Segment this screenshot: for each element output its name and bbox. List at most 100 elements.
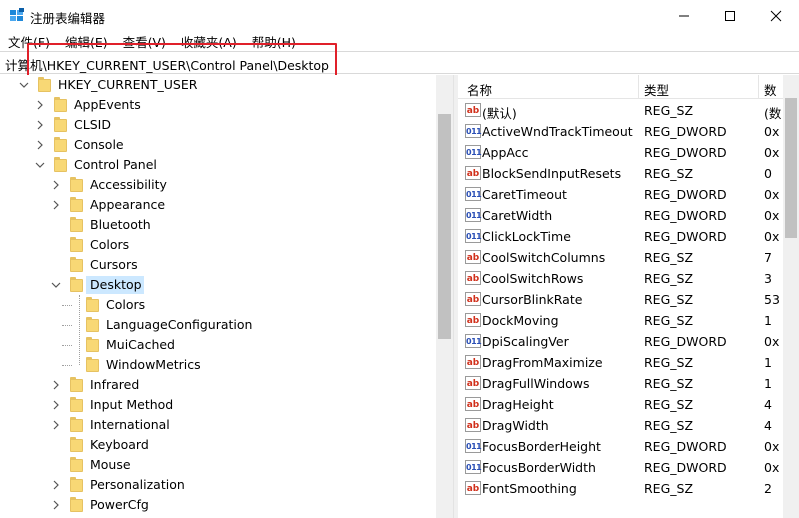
chevron-right-icon[interactable] (51, 180, 61, 190)
value-data: 0 (764, 166, 772, 181)
chevron-right-icon[interactable] (51, 200, 61, 210)
menu-edit[interactable]: 编辑(E) (57, 32, 115, 51)
chevron-right-icon[interactable] (35, 140, 45, 150)
value-data: 2 (764, 481, 772, 496)
close-button[interactable] (753, 0, 799, 31)
value-row[interactable]: 011 CaretWidth REG_DWORD 0x (458, 205, 799, 226)
value-row[interactable]: ab CursorBlinkRate REG_SZ 53 (458, 289, 799, 310)
value-row[interactable]: 011 ClickLockTime REG_DWORD 0x (458, 226, 799, 247)
tree-item[interactable]: AppEvents (0, 95, 436, 115)
chevron-down-icon[interactable] (51, 280, 61, 290)
tree-item[interactable]: Accessibility (0, 175, 436, 195)
value-row[interactable]: ab DragFullWindows REG_SZ 1 (458, 373, 799, 394)
value-name: DpiScalingVer (482, 334, 569, 349)
chevron-right-icon[interactable] (51, 400, 61, 410)
value-name: BlockSendInputResets (482, 166, 622, 181)
tree-item[interactable]: HKEY_CURRENT_USER (0, 75, 436, 95)
tree-item[interactable]: WindowMetrics (0, 355, 436, 375)
tree-item-label: CLSID (74, 117, 111, 132)
value-type: REG_SZ (644, 376, 694, 391)
maximize-button[interactable] (707, 0, 753, 31)
address-bar[interactable]: 计算机\HKEY_CURRENT_USER\Control Panel\Desk… (0, 51, 799, 74)
tree-item[interactable]: Colors (0, 235, 436, 255)
tree-item[interactable]: Appearance (0, 195, 436, 215)
chevron-right-icon[interactable] (51, 500, 61, 510)
folder-icon (38, 77, 51, 92)
tree-item-label: Mouse (90, 457, 131, 472)
minimize-button[interactable] (661, 0, 707, 31)
address-path[interactable]: 计算机\HKEY_CURRENT_USER\Control Panel\Desk… (5, 55, 329, 74)
value-row[interactable]: ab DragFromMaximize REG_SZ 1 (458, 352, 799, 373)
value-row[interactable]: ab CoolSwitchColumns REG_SZ 7 (458, 247, 799, 268)
chevron-right-icon[interactable] (51, 480, 61, 490)
tree-scrollbar-thumb[interactable] (438, 114, 451, 339)
folder-icon (86, 337, 99, 352)
chevron-down-icon[interactable] (35, 160, 45, 170)
value-row[interactable]: ab DragHeight REG_SZ 4 (458, 394, 799, 415)
value-name: CoolSwitchRows (482, 271, 584, 286)
value-row[interactable]: ab DockMoving REG_SZ 1 (458, 310, 799, 331)
tree-item[interactable]: Cursors (0, 255, 436, 275)
menu-favorites[interactable]: 收藏夹(A) (173, 32, 244, 51)
chevron-down-icon[interactable] (19, 80, 29, 90)
menu-bar: 文件(F) 编辑(E) 查看(V) 收藏夹(A) 帮助(H) (0, 31, 799, 51)
tree-item[interactable]: Control Panel (0, 155, 436, 175)
chevron-right-icon[interactable] (51, 420, 61, 430)
column-divider[interactable] (638, 75, 639, 99)
list-scrollbar-thumb[interactable] (785, 98, 797, 238)
chevron-right-icon[interactable] (35, 120, 45, 130)
tree-item[interactable]: Console (0, 135, 436, 155)
value-name: CaretWidth (482, 208, 553, 223)
value-type: REG_SZ (644, 250, 694, 265)
value-row[interactable]: 011 FocusBorderWidth REG_DWORD 0x (458, 457, 799, 478)
value-row[interactable]: 011 DpiScalingVer REG_DWORD 0x (458, 331, 799, 352)
tree-item[interactable]: Desktop (0, 275, 436, 295)
tree-item[interactable]: Infrared (0, 375, 436, 395)
value-row[interactable]: ab FontSmoothing REG_SZ 2 (458, 478, 799, 499)
tree-item[interactable]: International (0, 415, 436, 435)
tree-item[interactable]: Bluetooth (0, 215, 436, 235)
registry-value-list[interactable]: 名称 类型 数 ab (默认) REG_SZ (数 011 ActiveWndTrackT… (458, 75, 799, 518)
tree-item[interactable]: PowerCfg (0, 495, 436, 515)
title-bar[interactable]: 注册表编辑器 (0, 0, 799, 31)
menu-help[interactable]: 帮助(H) (244, 32, 303, 51)
column-header-name[interactable]: 名称 (467, 80, 492, 99)
tree-item[interactable]: CLSID (0, 115, 436, 135)
value-row[interactable]: ab (默认) REG_SZ (数 (458, 100, 799, 121)
tree-item[interactable]: Keyboard (0, 435, 436, 455)
folder-icon (70, 257, 83, 272)
tree-item[interactable]: MuiCached (0, 335, 436, 355)
folder-icon (86, 297, 99, 312)
chevron-right-icon[interactable] (35, 100, 45, 110)
folder-icon (70, 497, 83, 512)
menu-file[interactable]: 文件(F) (0, 32, 57, 51)
tree-item-label: Console (74, 137, 124, 152)
tree-item[interactable]: Input Method (0, 395, 436, 415)
chevron-right-icon[interactable] (51, 380, 61, 390)
menu-view[interactable]: 查看(V) (115, 32, 173, 51)
value-name: CursorBlinkRate (482, 292, 583, 307)
string-value-icon: ab (465, 250, 481, 264)
value-row[interactable]: 011 AppAcc REG_DWORD 0x (458, 142, 799, 163)
value-row[interactable]: ab BlockSendInputResets REG_SZ 0 (458, 163, 799, 184)
value-name: DragFullWindows (482, 376, 590, 391)
registry-key-tree[interactable]: HKEY_CURRENT_USER AppEvents CLSID Console Co… (0, 75, 453, 518)
tree-item[interactable]: Mouse (0, 455, 436, 475)
value-row[interactable]: ab CoolSwitchRows REG_SZ 3 (458, 268, 799, 289)
value-row[interactable]: 011 CaretTimeout REG_DWORD 0x (458, 184, 799, 205)
column-header-data[interactable]: 数 (764, 80, 777, 99)
column-divider[interactable] (758, 75, 759, 99)
tree-item[interactable]: LanguageConfiguration (0, 315, 436, 335)
tree-item[interactable]: Colors (0, 295, 436, 315)
value-row[interactable]: 011 FocusBorderHeight REG_DWORD 0x (458, 436, 799, 457)
folder-icon (70, 417, 83, 432)
tree-item[interactable]: Personalization (0, 475, 436, 495)
column-header-type[interactable]: 类型 (644, 80, 669, 99)
value-row[interactable]: ab DragWidth REG_SZ 4 (458, 415, 799, 436)
value-type: REG_SZ (644, 397, 694, 412)
tree-item-label: HKEY_CURRENT_USER (58, 77, 198, 92)
value-name: DockMoving (482, 313, 559, 328)
value-data: 0x (764, 229, 780, 244)
folder-icon (70, 477, 83, 492)
value-row[interactable]: 011 ActiveWndTrackTimeout REG_DWORD 0x (458, 121, 799, 142)
